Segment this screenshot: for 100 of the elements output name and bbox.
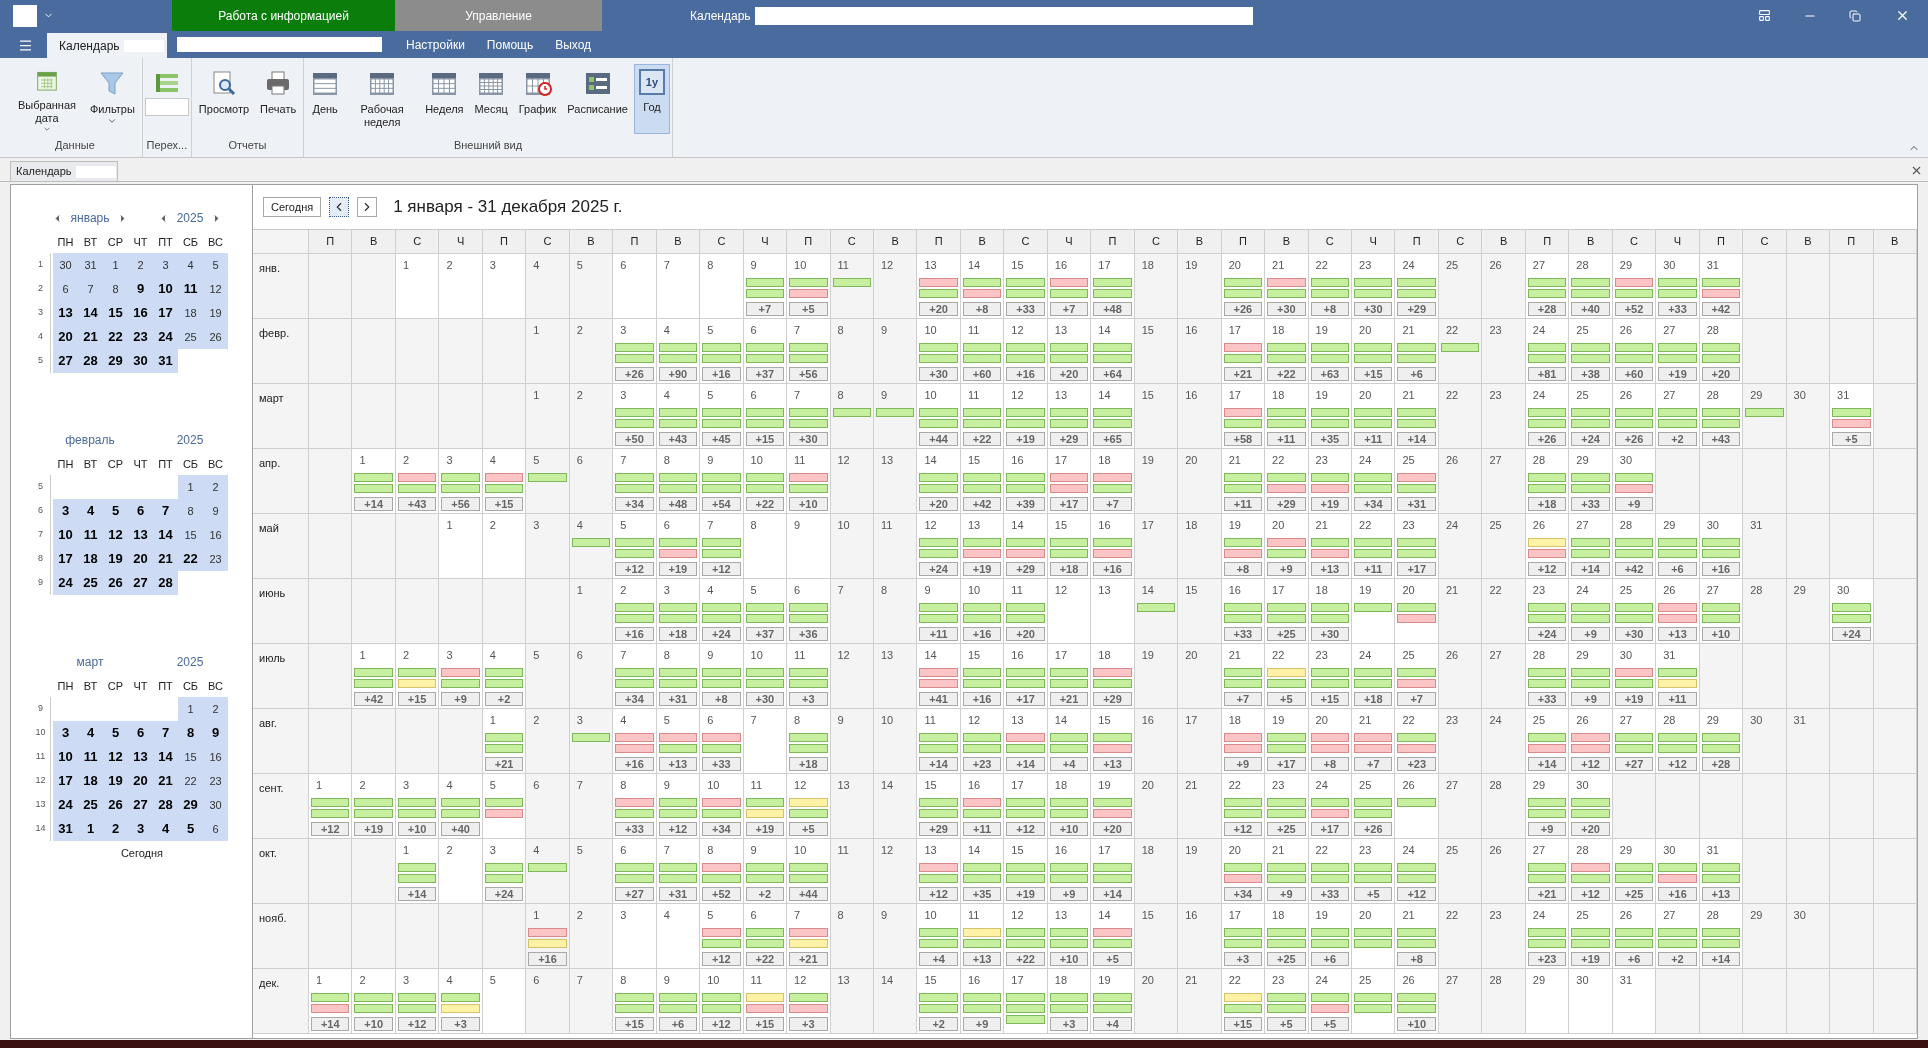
day-cell[interactable]: 22 +11 <box>1352 514 1396 579</box>
day-cell[interactable]: 6 +22 <box>743 904 788 969</box>
day-cell[interactable]: 28 +42 <box>1612 514 1657 579</box>
day-cell[interactable]: 2 <box>482 514 527 579</box>
day-cell[interactable]: 8 +33 <box>613 774 657 839</box>
day-cell[interactable]: 31 +42 <box>1699 254 1744 319</box>
day-cell[interactable]: 5 +16 <box>700 319 744 384</box>
day-cell[interactable]: 11 +19 <box>743 774 788 839</box>
day-cell[interactable]: 6 <box>569 449 614 514</box>
day-cell[interactable]: 30 <box>1743 709 1787 774</box>
more-button[interactable]: +16 <box>1093 562 1132 576</box>
day-cell[interactable]: 9 <box>873 319 918 384</box>
day-cell[interactable]: 29 +33 <box>1569 449 1613 514</box>
day-cell[interactable]: 11 <box>873 514 918 579</box>
day-cell[interactable]: 1 +14 <box>395 839 440 904</box>
day-cell[interactable]: 3 <box>526 514 570 579</box>
day-cell[interactable]: 7 <box>830 579 874 644</box>
calendar-day[interactable]: 1 <box>103 253 128 277</box>
day-cell[interactable]: 14 <box>873 774 918 839</box>
calendar-day[interactable]: 17 <box>153 301 178 325</box>
calendar-day[interactable]: 24 <box>153 325 178 349</box>
day-cell[interactable]: 12 <box>830 449 874 514</box>
more-button[interactable]: +3 <box>1223 952 1263 966</box>
day-cell[interactable]: 11 <box>830 254 874 319</box>
more-button[interactable]: +24 <box>1571 432 1610 446</box>
day-cell[interactable]: 26 <box>1395 774 1439 839</box>
day-cell[interactable]: 20 +15 <box>1352 319 1396 384</box>
day-cell[interactable]: 24 +26 <box>1525 384 1570 449</box>
day-cell[interactable]: 23 +19 <box>1308 449 1352 514</box>
calendar-day[interactable]: 11 <box>78 745 103 769</box>
day-cell[interactable]: 13 +19 <box>960 514 1005 579</box>
more-button[interactable]: +12 <box>311 822 350 836</box>
day-cell[interactable]: 16 +16 <box>1091 514 1135 579</box>
day-cell[interactable]: 16 +7 <box>1047 254 1092 319</box>
day-cell[interactable]: 30 +20 <box>1569 774 1613 839</box>
calendar-day[interactable]: 1 <box>178 697 203 721</box>
more-button[interactable]: +4 <box>919 952 958 966</box>
day-cell[interactable]: 4 <box>656 904 701 969</box>
close-icon[interactable] <box>1910 164 1923 177</box>
day-cell[interactable]: 7 <box>743 709 788 774</box>
day-cell[interactable]: 24 +34 <box>1352 449 1396 514</box>
calendar-day[interactable]: 5 <box>178 817 203 841</box>
calendar-day[interactable]: 3 <box>53 721 78 745</box>
day-cell[interactable]: 27 <box>1482 644 1526 709</box>
more-button[interactable]: +11 <box>919 627 958 641</box>
day-cell[interactable]: 11 +22 <box>960 384 1005 449</box>
more-button[interactable]: +13 <box>1310 562 1349 576</box>
calendar-day[interactable]: 29 <box>178 793 203 817</box>
more-button[interactable]: +37 <box>745 367 785 381</box>
more-button[interactable]: +6 <box>1614 952 1654 966</box>
day-cell[interactable]: 24 +81 <box>1525 319 1570 384</box>
day-cell[interactable]: 31 +5 <box>1830 384 1874 449</box>
day-cell[interactable]: 30 +24 <box>1830 579 1874 644</box>
day-cell[interactable]: 9 +12 <box>656 774 701 839</box>
day-cell[interactable]: 24 +9 <box>1569 579 1613 644</box>
day-cell[interactable]: 13 <box>873 644 918 709</box>
more-button[interactable]: +64 <box>1093 367 1132 381</box>
day-cell[interactable]: 21 +9 <box>1265 839 1309 904</box>
day-cell[interactable]: 14 +64 <box>1091 319 1135 384</box>
more-button[interactable]: +43 <box>397 497 437 511</box>
day-cell[interactable]: 9 +7 <box>743 254 788 319</box>
more-button[interactable]: +44 <box>919 432 958 446</box>
day-cell[interactable]: 5 <box>482 969 527 1034</box>
ribbon-button[interactable]: Печать <box>255 64 302 134</box>
day-cell[interactable]: 22 +15 <box>1221 969 1266 1034</box>
day-cell[interactable]: 1 <box>439 514 483 579</box>
day-cell[interactable]: 1 <box>395 254 440 319</box>
day-cell[interactable]: 8 +31 <box>656 644 701 709</box>
more-button[interactable]: +12 <box>1397 887 1436 901</box>
more-button[interactable]: +30 <box>1614 627 1654 641</box>
day-cell[interactable]: 6 <box>526 969 570 1034</box>
more-button[interactable]: +14 <box>354 497 393 511</box>
more-button[interactable]: +12 <box>1223 822 1263 836</box>
ribbon-button[interactable]: Просмотр <box>193 64 255 134</box>
more-button[interactable]: +56 <box>441 497 480 511</box>
more-button[interactable]: +13 <box>1093 757 1132 771</box>
more-button[interactable]: +23 <box>1397 757 1436 771</box>
more-button[interactable]: +19 <box>1006 887 1045 901</box>
calendar-day[interactable]: 12 <box>103 523 128 547</box>
day-cell[interactable]: 2 <box>439 254 483 319</box>
day-cell[interactable]: 26 <box>1438 449 1483 514</box>
more-button[interactable]: +20 <box>919 302 958 316</box>
more-button[interactable]: +13 <box>962 952 1002 966</box>
more-button[interactable]: +16 <box>1701 562 1741 576</box>
more-button[interactable]: +15 <box>615 1017 654 1031</box>
more-button[interactable]: +5 <box>1093 952 1132 966</box>
calendar-day[interactable]: 4 <box>153 817 178 841</box>
day-cell[interactable]: 7 +34 <box>613 449 657 514</box>
more-button[interactable]: +33 <box>1006 302 1045 316</box>
day-cell[interactable]: 6 +27 <box>613 839 657 904</box>
ribbon-button[interactable]: 1y Год <box>633 64 670 134</box>
calendar-day[interactable]: 20 <box>128 547 153 571</box>
day-cell[interactable]: 8 +52 <box>700 839 744 904</box>
more-button[interactable]: +7 <box>1223 692 1263 706</box>
day-cell[interactable]: 4 <box>526 839 570 904</box>
more-button[interactable]: +2 <box>1658 952 1697 966</box>
day-cell[interactable]: 4 +2 <box>482 644 527 709</box>
calendar-day[interactable]: 25 <box>78 571 103 595</box>
day-cell[interactable]: 2 <box>439 839 483 904</box>
day-cell[interactable]: 4 +90 <box>656 319 701 384</box>
